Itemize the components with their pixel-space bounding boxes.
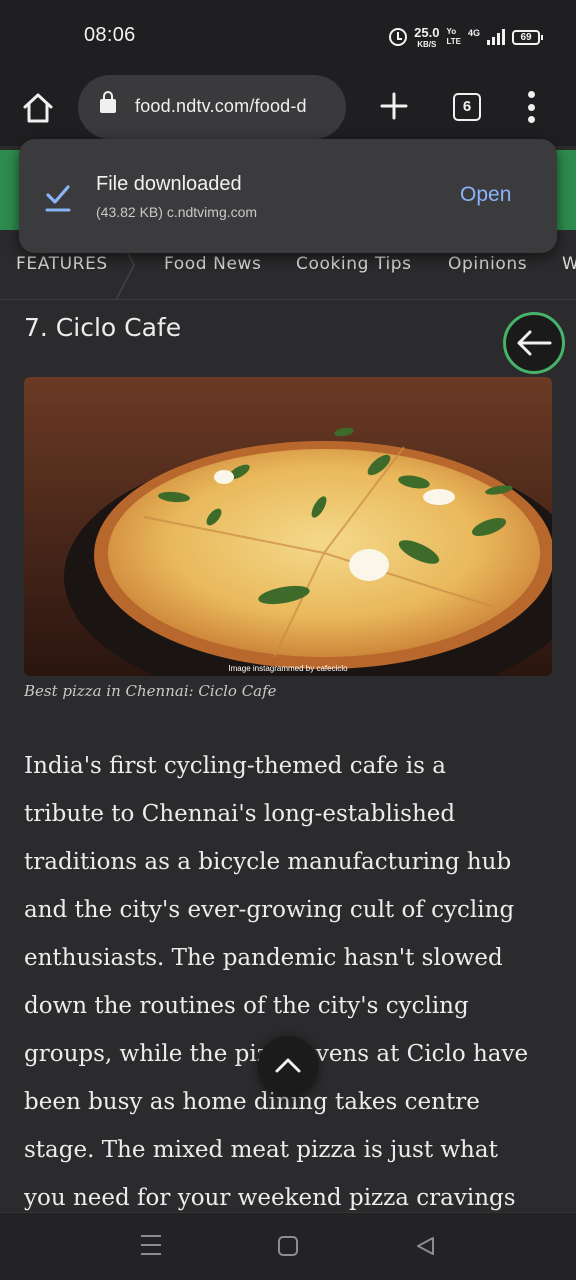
nav-item-food-news[interactable]: Food News: [164, 254, 262, 274]
nav-item-features[interactable]: FEATURES: [16, 254, 108, 274]
download-toast: File downloaded (43.82 KB) c.ndtvimg.com…: [19, 139, 557, 253]
signal-icon: [487, 29, 505, 45]
open-download-button[interactable]: Open: [460, 183, 511, 207]
status-icons: 25.0 KB/S Yo LTE 4G 69: [389, 24, 543, 50]
body-line: and the city's ever-growing cult of cycl…: [24, 897, 515, 923]
system-home-icon[interactable]: [278, 1236, 298, 1256]
body-line: stage. The mixed meat pizza is just what: [24, 1137, 498, 1163]
nav-item-cooking-tips[interactable]: Cooking Tips: [296, 254, 412, 274]
browser-toolbar: food.ndtv.com/food-d 6: [0, 72, 576, 146]
overflow-menu-icon[interactable]: [519, 91, 543, 123]
status-bar: 08:06 25.0 KB/S Yo LTE 4G 69: [0, 0, 576, 72]
body-line: tribute to Chennai's long-established: [24, 801, 456, 827]
lock-icon: [100, 91, 116, 113]
nav-item-partial[interactable]: W: [562, 254, 576, 274]
arrow-left-icon: [517, 330, 552, 356]
pizza-photo: [24, 377, 552, 676]
body-line: enthusiasts. The pandemic hasn't slowed: [24, 945, 503, 971]
scroll-to-top-button[interactable]: [258, 1036, 318, 1096]
pizza-image: Image instagrammed by cafeciclo: [24, 377, 552, 676]
body-line: traditions as a bicycle manufacturing hu…: [24, 849, 512, 875]
article-heading: 7. Ciclo Cafe: [24, 313, 182, 342]
system-navigation-bar: [0, 1212, 576, 1280]
network-type: 4G: [467, 28, 480, 38]
toast-title: File downloaded: [96, 173, 242, 195]
tab-switcher-button[interactable]: 6: [453, 93, 481, 121]
system-back-icon[interactable]: [414, 1235, 436, 1257]
image-credit: Image instagrammed by cafeciclo: [228, 664, 348, 673]
volte-indicator: Yo LTE: [446, 27, 461, 46]
home-icon[interactable]: [20, 90, 56, 126]
download-done-icon: [45, 185, 71, 212]
body-line: down the routines of the city's cycling: [24, 993, 469, 1019]
network-speed: 25.0 KB/S: [414, 25, 440, 49]
back-button[interactable]: [503, 312, 565, 374]
new-tab-button[interactable]: [378, 90, 410, 122]
recent-apps-icon[interactable]: [141, 1235, 161, 1255]
nav-item-opinions[interactable]: Opinions: [448, 254, 527, 274]
alarm-icon: [389, 28, 408, 46]
toast-subtitle: (43.82 KB) c.ndtvimg.com: [96, 204, 258, 220]
article-body: India's first cycling-themed cafe is a t…: [24, 742, 544, 1222]
address-bar[interactable]: food.ndtv.com/food-d: [78, 75, 346, 139]
status-time: 08:06: [84, 24, 136, 46]
battery-icon: 69: [512, 29, 543, 45]
body-line: India's first cycling-themed cafe is a: [24, 753, 446, 779]
url-text[interactable]: food.ndtv.com/food-d: [135, 96, 307, 117]
chevron-up-icon: [275, 1058, 301, 1073]
image-caption: Best pizza in Chennai: Ciclo Cafe: [24, 682, 277, 700]
